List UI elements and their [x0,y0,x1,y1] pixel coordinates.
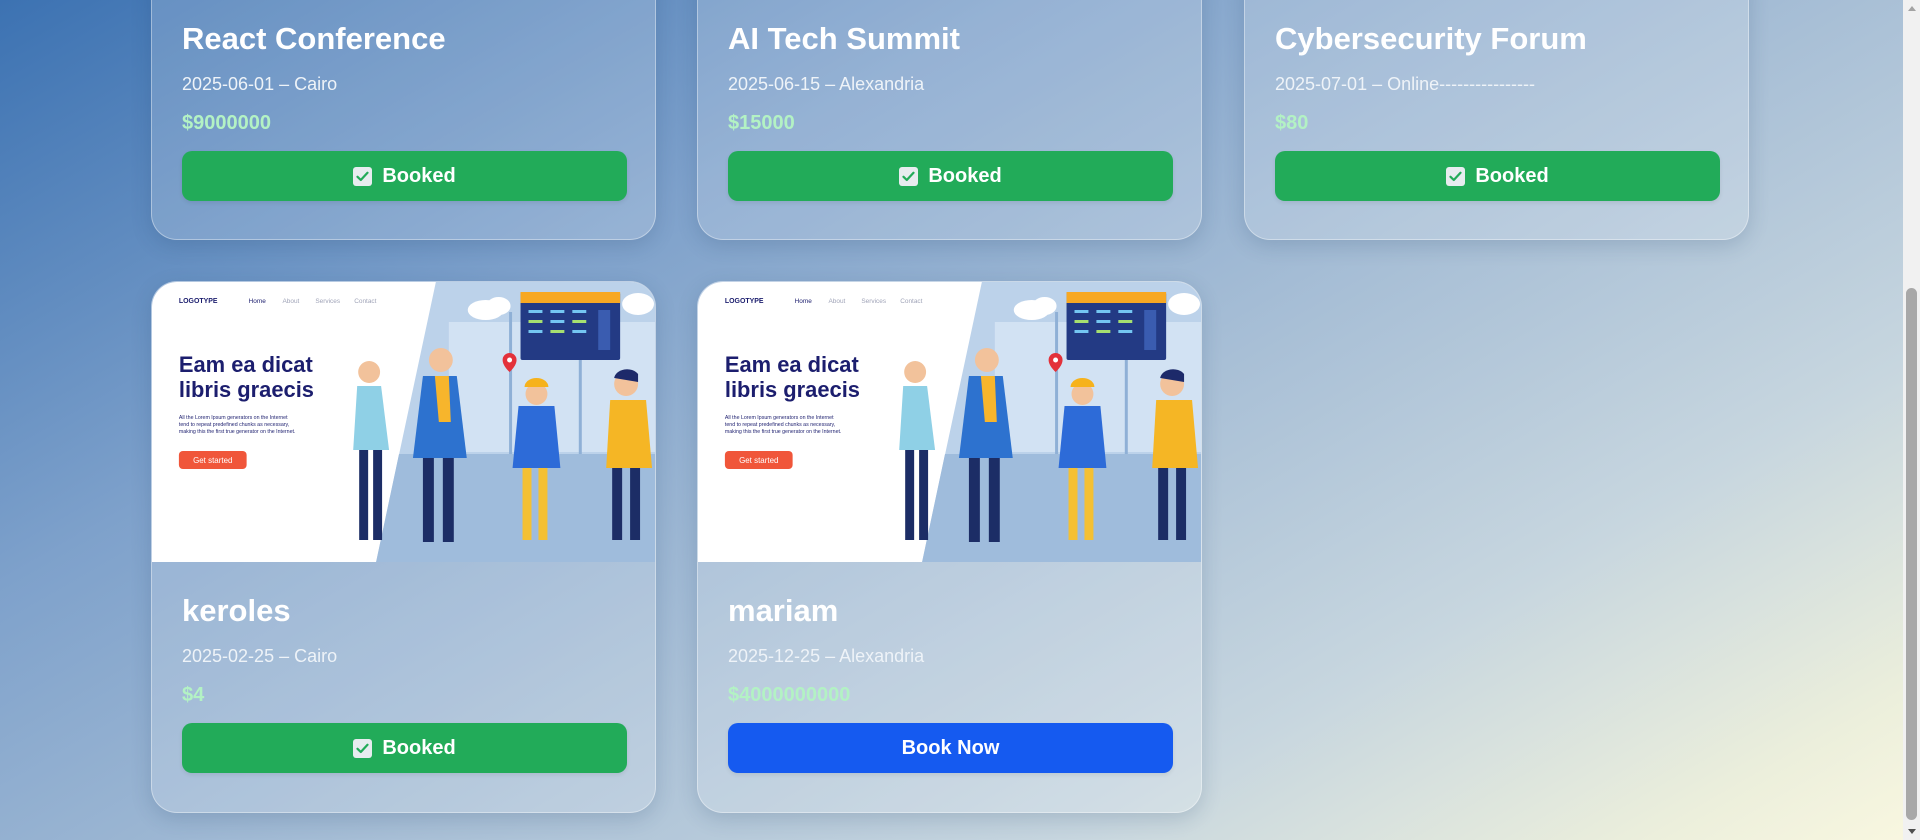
promo-nav-services: Services [861,298,886,305]
promo-body: making this the first true generator on … [179,429,296,435]
event-price: $4000000000 [728,684,851,706]
booked-button-label: Booked [382,736,456,759]
event-price: $80 [1275,112,1309,134]
booked-button[interactable]: Booked [182,151,627,201]
event-card: Cybersecurity Forum 2025-07-01 – Online-… [1244,0,1749,240]
promo-headline: Eam ea dicat [179,352,314,377]
event-price: $4 [182,684,205,706]
event-title: AI Tech Summit [728,21,960,56]
chevron-down-icon[interactable] [1903,823,1920,840]
event-card: AI Tech Summit 2025-06-15 – Alexandria $… [697,0,1202,240]
promo-nav-contact: Contact [900,298,922,305]
book-now-button-label: Book Now [901,736,1000,759]
promo-nav-home: Home [249,298,267,305]
scrollbar-thumb[interactable] [1906,288,1917,820]
promo-nav-about: About [282,298,299,305]
event-date-location: 2025-06-01 – Cairo [182,74,338,94]
event-title: React Conference [182,21,446,56]
check-icon [353,166,373,186]
promo-body: All the Lorem Ipsum generators on the In… [725,415,834,421]
booked-button[interactable]: Booked [1275,151,1720,201]
promo-nav-about: About [828,298,845,305]
check-icon [899,166,919,186]
booked-button-label: Booked [1475,164,1549,187]
booked-button[interactable]: Booked [182,723,627,773]
promo-headline: libris graecis [179,377,314,402]
event-image: LOGOTYPE Home About Services Contact Eam… [698,282,1201,562]
event-price: $15000 [728,112,795,134]
event-card: React Conference 2025-06-01 – Cairo $900… [151,0,656,240]
vertical-scrollbar[interactable] [1903,0,1920,840]
event-image: LOGOTYPE Home About Services Contact Eam… [152,282,655,562]
promo-body: making this the first true generator on … [725,429,842,435]
check-icon [1446,166,1466,186]
event-price: $9000000 [182,112,271,134]
event-title: mariam [728,593,839,628]
check-icon [353,738,373,758]
event-title: Cybersecurity Forum [1275,21,1587,56]
promo-body: tend to repeat predefined chunks as nece… [725,422,835,428]
event-date-location: 2025-07-01 – Online---------------- [1275,74,1536,94]
promo-nav-services: Services [315,298,340,305]
booked-button-label: Booked [928,164,1002,187]
promo-logo: LOGOTYPE [725,298,764,305]
promo-cta: Get started [193,456,232,465]
book-now-button[interactable]: Book Now [728,723,1173,773]
booked-button-label: Booked [382,164,456,187]
event-date-location: 2025-06-15 – Alexandria [728,74,925,94]
event-date-location: 2025-12-25 – Alexandria [728,646,925,666]
event-card: LOGOTYPE Home About Services Contact Eam… [151,281,656,813]
promo-body: All the Lorem Ipsum generators on the In… [179,415,288,421]
promo-nav-contact: Contact [354,298,376,305]
promo-headline: Eam ea dicat [725,352,860,377]
promo-body: tend to repeat predefined chunks as nece… [179,422,289,428]
promo-cta: Get started [739,456,778,465]
promo-nav-home: Home [795,298,813,305]
promo-headline: libris graecis [725,377,860,402]
event-card: LOGOTYPE Home About Services Contact Eam… [697,281,1202,813]
booked-button[interactable]: Booked [728,151,1173,201]
event-title: keroles [182,593,291,628]
promo-logo: LOGOTYPE [179,298,218,305]
chevron-up-icon[interactable] [1903,0,1920,17]
event-date-location: 2025-02-25 – Cairo [182,646,338,666]
